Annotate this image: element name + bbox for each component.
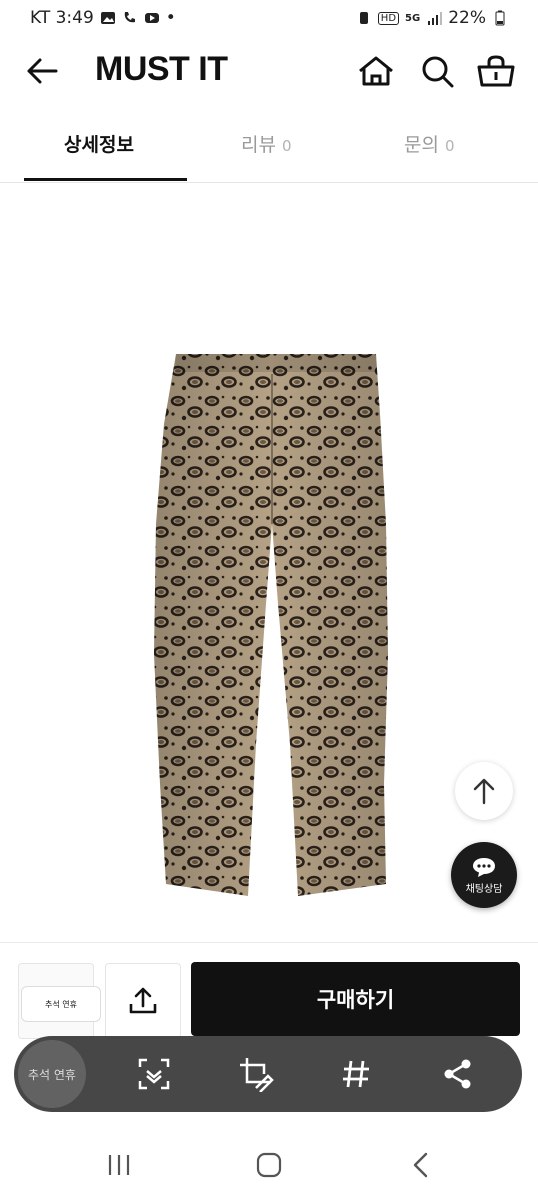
screenshot-thumbnail[interactable]: 추석 연휴 (18, 1040, 86, 1108)
scan-text-icon[interactable] (136, 1056, 172, 1092)
share-upload-icon (129, 987, 157, 1014)
home-circle-icon[interactable] (252, 1148, 286, 1182)
buy-button[interactable]: 구매하기 (191, 962, 520, 1036)
tab-detail[interactable]: 상세정보 (64, 130, 134, 157)
notification-dot: • (165, 8, 176, 28)
home-icon[interactable] (357, 54, 395, 88)
tab-review-label: 리뷰 (241, 134, 276, 156)
product-image[interactable] (0, 184, 538, 942)
youtube-icon (144, 13, 159, 23)
product-image-area (0, 184, 538, 942)
alarm-icon (359, 12, 368, 24)
signal-icon (428, 12, 443, 25)
battery-percent: 22% (448, 8, 486, 28)
tab-inquiry-label: 문의 (404, 134, 439, 156)
back-chevron-icon[interactable] (404, 1148, 438, 1182)
chat-bubble-icon (473, 857, 495, 877)
arrow-left-icon[interactable] (24, 56, 60, 86)
status-bar: KT 3:49 • HD 5G 22% (0, 0, 538, 36)
battery-icon (495, 10, 505, 26)
chat-label: 채팅상담 (465, 883, 503, 895)
system-nav-bar (0, 1130, 538, 1200)
tab-inquiry[interactable]: 문의 0 (404, 130, 455, 157)
recents-icon[interactable] (102, 1148, 136, 1182)
preview-thumbnail[interactable]: 추석 연휴 (18, 963, 101, 1039)
network-badge: 5G (405, 12, 421, 24)
share-button[interactable] (105, 963, 181, 1039)
hd-badge: HD (377, 11, 400, 25)
tab-inquiry-count: 0 (444, 137, 455, 155)
share-icon[interactable] (440, 1056, 476, 1092)
active-tab-indicator (24, 178, 187, 181)
tab-detail-label: 상세정보 (64, 134, 134, 156)
carrier-time: KT 3:49 (30, 8, 94, 28)
arrow-up-icon (473, 778, 495, 805)
detail-tabs: 상세정보 리뷰 0 문의 0 (0, 118, 538, 183)
chat-consult-button[interactable]: 채팅상담 (451, 842, 517, 908)
basket-icon[interactable] (476, 54, 516, 88)
hashtag-icon[interactable] (338, 1056, 374, 1092)
screenshot-toolbar: 추석 연휴 (14, 1036, 522, 1112)
tab-review[interactable]: 리뷰 0 (241, 130, 292, 157)
search-icon[interactable] (420, 54, 456, 90)
scroll-top-button[interactable] (455, 762, 513, 820)
crop-edit-icon[interactable] (238, 1056, 274, 1092)
call-icon (124, 12, 135, 23)
preview-thumbnail-text: 추석 연휴 (21, 986, 101, 1022)
tab-review-count: 0 (281, 137, 292, 155)
gallery-icon (100, 12, 115, 24)
brand-logo[interactable]: MUST IT (95, 50, 228, 89)
app-header: MUST IT (0, 40, 538, 104)
